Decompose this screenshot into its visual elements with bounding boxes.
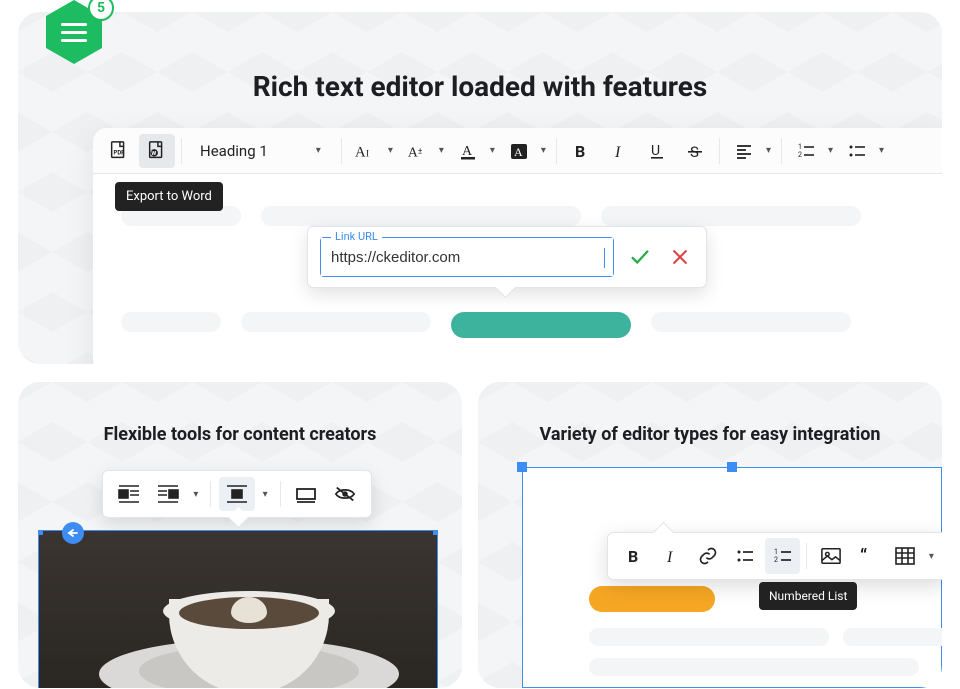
svg-text:U: U: [651, 143, 660, 159]
numbered-list-button[interactable]: 12: [765, 538, 800, 574]
svg-text:±: ±: [418, 146, 423, 156]
svg-text:I: I: [614, 144, 621, 160]
strikethrough-button[interactable]: S: [677, 134, 713, 168]
numbered-list-tooltip: Numbered List: [759, 582, 857, 610]
link-url-balloon: Link URL: [307, 226, 707, 288]
placeholder-line: [589, 628, 829, 646]
alignment-button[interactable]: [726, 134, 762, 168]
placeholder-line: [589, 658, 919, 676]
chevron-down-icon: ▾: [875, 145, 888, 156]
italic-button[interactable]: I: [653, 538, 688, 574]
chevron-down-icon: ▾: [486, 145, 499, 156]
resize-handle[interactable]: [433, 530, 438, 535]
resize-handle[interactable]: [517, 462, 527, 472]
placeholder-line: [843, 628, 942, 646]
cancel-link-button[interactable]: [666, 243, 694, 271]
bulleted-list-button[interactable]: [839, 134, 875, 168]
resize-handle[interactable]: [727, 462, 737, 472]
svg-text:I: I: [666, 549, 673, 565]
placeholder-line: [261, 206, 581, 226]
font-family-button[interactable]: A±: [399, 134, 435, 168]
chevron-down-icon: ▾: [762, 145, 775, 156]
svg-text:2: 2: [774, 556, 778, 564]
chevron-down-icon: ▾: [925, 551, 938, 562]
link-url-label: Link URL: [331, 230, 382, 243]
svg-text:A: A: [355, 144, 366, 160]
svg-text:W: W: [151, 150, 156, 156]
toggle-caption-button[interactable]: [328, 477, 363, 511]
blockquote-button[interactable]: “: [850, 538, 885, 574]
image-align-right-button[interactable]: [150, 477, 185, 511]
panel-title-bottom-left: Flexible tools for content creators: [18, 424, 462, 445]
editor-toolbar: PDF W Heading 1 ▾ AI ▾ A± ▾: [93, 128, 942, 174]
panel-title-top: Rich text editor loaded with features: [18, 70, 942, 103]
coffee-cup-image: [39, 531, 437, 688]
heading-label: Heading 1: [200, 142, 268, 160]
svg-text:B: B: [575, 142, 585, 160]
chevron-down-icon: ▾: [435, 145, 448, 156]
highlight-color-button[interactable]: A: [501, 134, 537, 168]
export-pdf-button[interactable]: PDF: [101, 134, 137, 168]
linked-text-highlight: [451, 312, 631, 338]
editor-frame: PDF W Heading 1 ▾ AI ▾ A± ▾: [93, 128, 942, 364]
selected-text-highlight: [589, 586, 715, 612]
numbered-list-button[interactable]: 12: [788, 134, 824, 168]
insert-table-button[interactable]: [888, 538, 923, 574]
chevron-down-icon: ▾: [189, 489, 202, 500]
bold-button[interactable]: B: [616, 538, 651, 574]
inline-editor-frame[interactable]: B I 12 “ ▾ Numbered List: [522, 467, 942, 688]
chevron-down-icon: ▾: [384, 145, 397, 156]
export-word-tooltip: Export to Word: [115, 182, 223, 211]
underline-button[interactable]: U: [639, 134, 675, 168]
feature-panel-bottom-left: Flexible tools for content creators ▾ ▾: [18, 382, 462, 688]
bulleted-list-button[interactable]: [728, 538, 763, 574]
chevron-down-icon: ▾: [824, 145, 837, 156]
svg-text:A: A: [462, 144, 473, 159]
balloon-toolbar: B I 12 “ ▾: [607, 532, 942, 580]
image-align-left-button[interactable]: [111, 477, 146, 511]
chevron-down-icon: ▾: [259, 489, 272, 500]
image-inline-button[interactable]: [219, 477, 254, 511]
export-word-button[interactable]: W: [139, 134, 175, 168]
chevron-down-icon: ▾: [537, 145, 550, 156]
svg-text:“: “: [860, 547, 867, 565]
svg-text:A: A: [514, 145, 523, 159]
resize-handle[interactable]: [38, 530, 43, 535]
panel-title-bottom-right: Variety of editor types for easy integra…: [478, 424, 942, 445]
insert-image-button[interactable]: [813, 538, 848, 574]
link-url-input[interactable]: [321, 238, 613, 276]
feature-panel-bottom-right: Variety of editor types for easy integra…: [478, 382, 942, 688]
placeholder-line: [601, 206, 861, 226]
chevron-down-icon: ▾: [312, 145, 325, 156]
bold-button[interactable]: B: [563, 134, 599, 168]
selected-image[interactable]: [38, 530, 438, 688]
brand-logo: 5: [46, 0, 102, 64]
drag-handle-icon[interactable]: [62, 522, 84, 544]
svg-text:A: A: [408, 144, 418, 159]
svg-text:B: B: [628, 547, 638, 565]
placeholder-line: [651, 312, 851, 332]
feature-panel-top: Rich text editor loaded with features PD…: [18, 12, 942, 364]
image-fullwidth-button[interactable]: [289, 477, 324, 511]
placeholder-line: [241, 312, 431, 332]
svg-text:2: 2: [798, 151, 802, 159]
svg-text:PDF: PDF: [114, 149, 126, 156]
link-button[interactable]: [691, 538, 726, 574]
svg-text:I: I: [366, 148, 369, 158]
placeholder-line: [121, 312, 221, 332]
italic-button[interactable]: I: [601, 134, 637, 168]
svg-text:1: 1: [774, 548, 778, 556]
heading-dropdown[interactable]: Heading 1 ▾: [188, 134, 335, 168]
image-toolbar: ▾ ▾: [102, 470, 372, 518]
font-size-button[interactable]: AI: [348, 134, 384, 168]
link-url-field[interactable]: Link URL: [320, 237, 614, 277]
svg-text:1: 1: [798, 143, 802, 151]
font-color-button[interactable]: A: [450, 134, 486, 168]
confirm-link-button[interactable]: [626, 243, 654, 271]
